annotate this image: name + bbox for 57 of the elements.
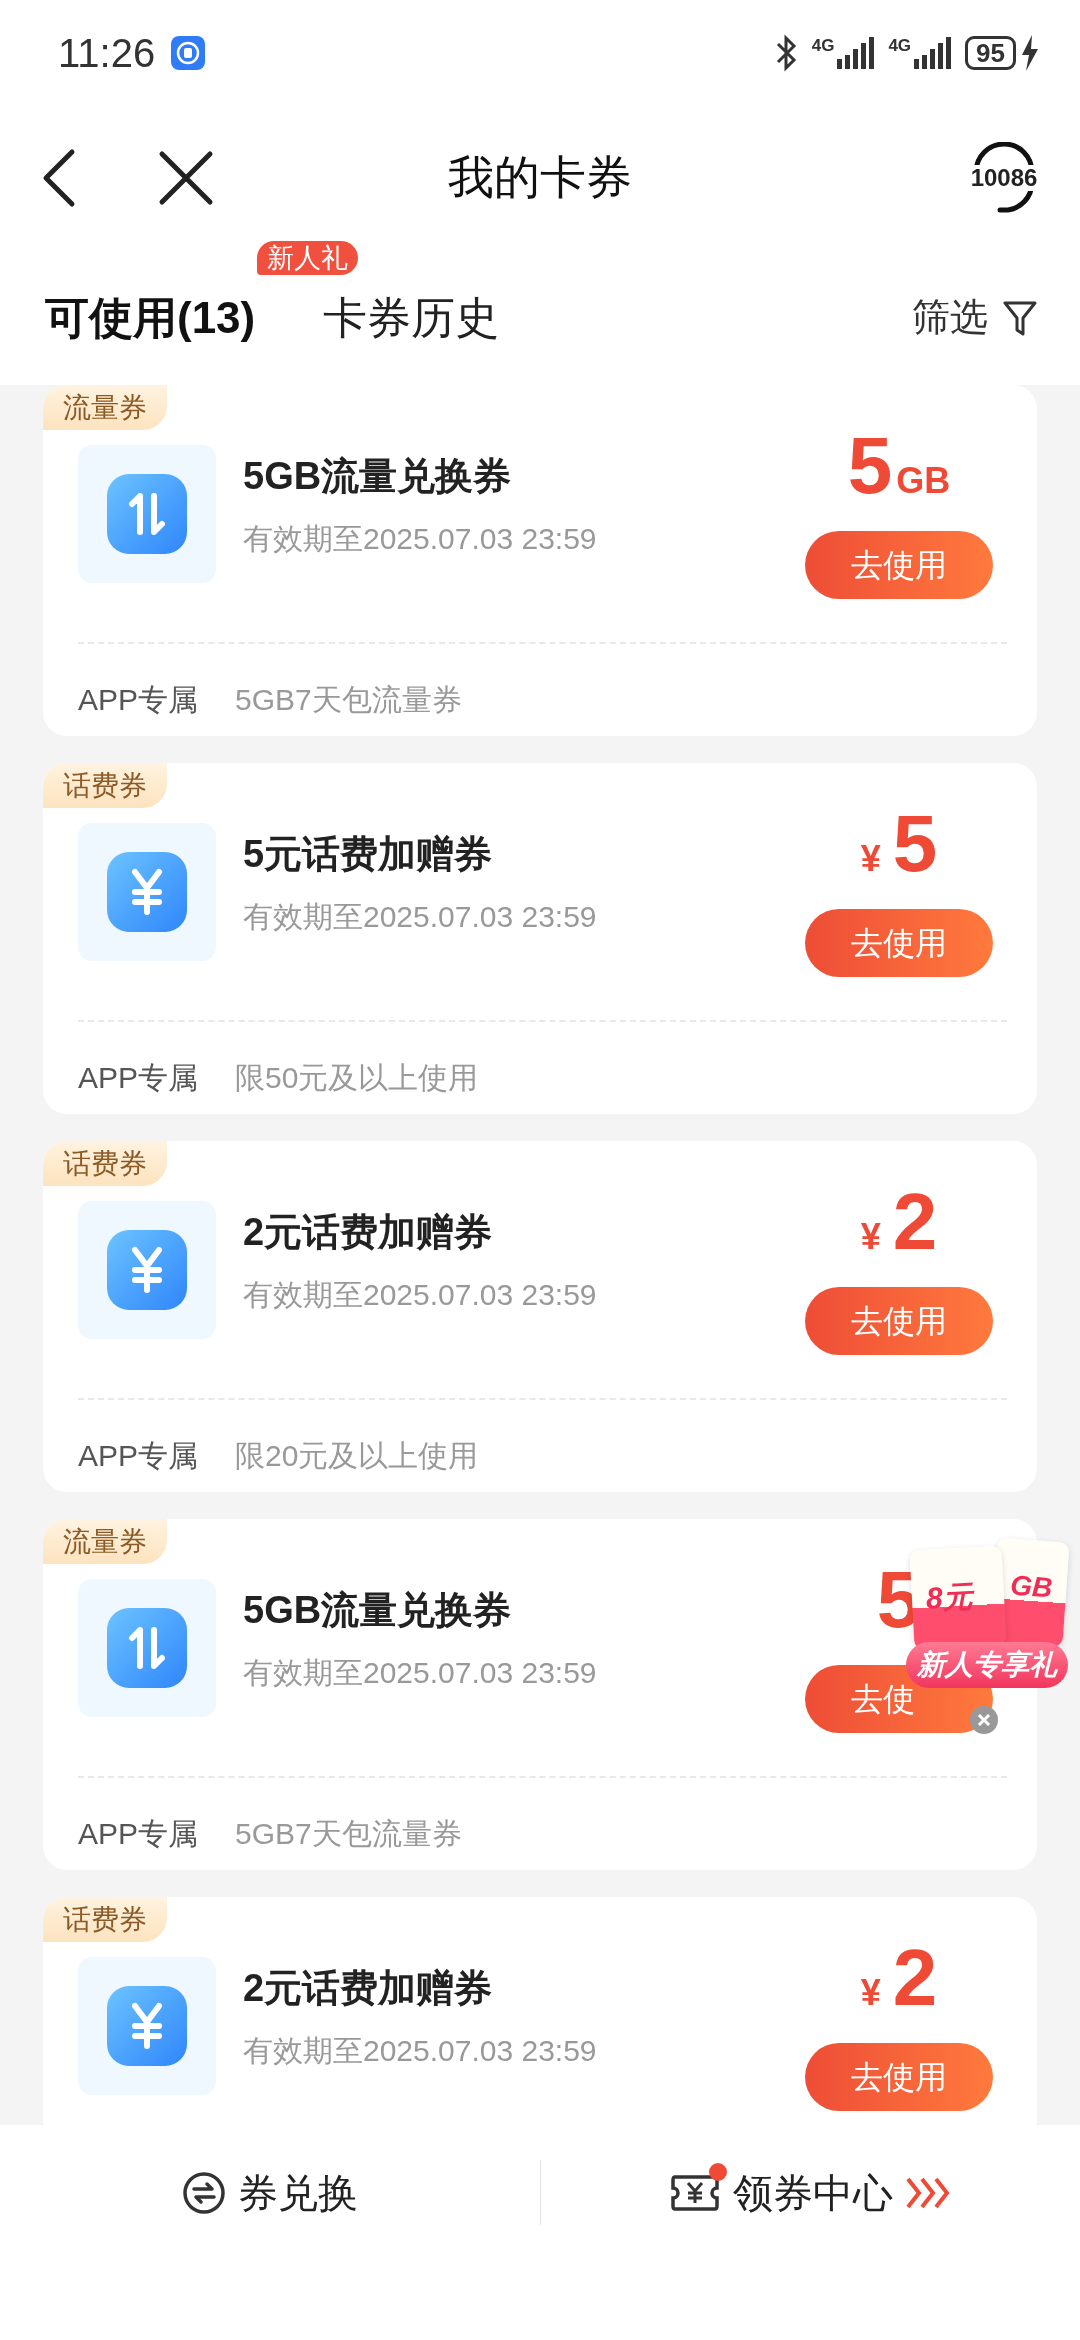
- battery-level: 95: [965, 35, 1016, 70]
- currency-symbol: ¥: [860, 1215, 881, 1259]
- currency-symbol: ¥: [860, 837, 881, 881]
- close-icon: [976, 1712, 992, 1728]
- coupon-title: 2元话费加赠券: [243, 1210, 494, 1255]
- network-label: 4G: [811, 36, 835, 55]
- exchange-icon: [181, 2170, 226, 2215]
- validity-text: 有效期至2025.07.03 23:59: [243, 899, 598, 935]
- coupon-tag: 流量券: [43, 1519, 167, 1564]
- yuan-icon: [107, 852, 187, 932]
- customer-service-button[interactable]: 10086: [968, 141, 1040, 214]
- yuan-icon: [107, 1986, 187, 2066]
- coupon-title: 5GB流量兑换券: [243, 1588, 513, 1633]
- coupon-tag: 流量券: [43, 385, 167, 430]
- close-button[interactable]: [158, 149, 214, 206]
- coupon-title: 5元话费加赠券: [243, 832, 494, 877]
- signal-icon: [837, 36, 875, 69]
- usage-note: 限20元及以上使用: [235, 1437, 479, 1474]
- app-notification-icon: [171, 35, 206, 70]
- page-title: 我的卡券: [448, 150, 632, 205]
- data-transfer-icon: [107, 1608, 187, 1688]
- coupon-tag: 话费券: [43, 763, 167, 808]
- channel-label: APP专属: [78, 1815, 199, 1852]
- coupon-title: 5GB流量兑换券: [243, 454, 513, 499]
- channel-label: APP专属: [78, 1059, 199, 1096]
- coupon-title: 2元话费加赠券: [243, 1966, 494, 2011]
- validity-text: 有效期至2025.07.03 23:59: [243, 2033, 598, 2069]
- filter-icon: [1002, 299, 1038, 336]
- network-label: 4G: [888, 36, 912, 55]
- gift-amount: 8元: [924, 1578, 974, 1617]
- validity-text: 有效期至2025.07.03 23:59: [243, 1655, 598, 1691]
- data-transfer-icon: [107, 474, 187, 554]
- coupon-amount: 2: [892, 1182, 938, 1262]
- coupon-amount: 5: [892, 804, 938, 884]
- yuan-icon: [107, 1230, 187, 1310]
- bottom-action[interactable]: 领券中心: [669, 2162, 952, 2223]
- validity-text: 有效期至2025.07.03 23:59: [243, 1277, 598, 1313]
- signal-icon: [914, 36, 952, 69]
- tab[interactable]: 卡券历史: [323, 284, 500, 351]
- gift-amount: GB: [1008, 1568, 1054, 1606]
- validity-text: 有效期至2025.07.03 23:59: [243, 521, 598, 557]
- channel-label: APP专属: [78, 1437, 199, 1474]
- coupon-tag: 话费券: [43, 1897, 167, 1942]
- usage-note: 5GB7天包流量券: [235, 1815, 462, 1852]
- status-time: 11:26: [58, 29, 156, 77]
- currency-symbol: ¥: [860, 1971, 881, 2015]
- coupon-tag: 话费券: [43, 1141, 167, 1186]
- tab[interactable]: 可使用(13): [45, 284, 256, 351]
- coupon-amount: 2: [892, 1938, 938, 2018]
- filter-button[interactable]: 筛选: [912, 289, 1038, 346]
- channel-label: APP专属: [78, 681, 199, 718]
- bottom-action[interactable]: 券兑换: [181, 2162, 358, 2223]
- new-user-badge: 新人礼: [257, 240, 359, 275]
- amount-unit: GB: [896, 459, 951, 503]
- usage-note: 限50元及以上使用: [235, 1059, 479, 1096]
- usage-note: 5GB7天包流量券: [235, 681, 462, 718]
- coupon-amount: 5: [847, 426, 893, 506]
